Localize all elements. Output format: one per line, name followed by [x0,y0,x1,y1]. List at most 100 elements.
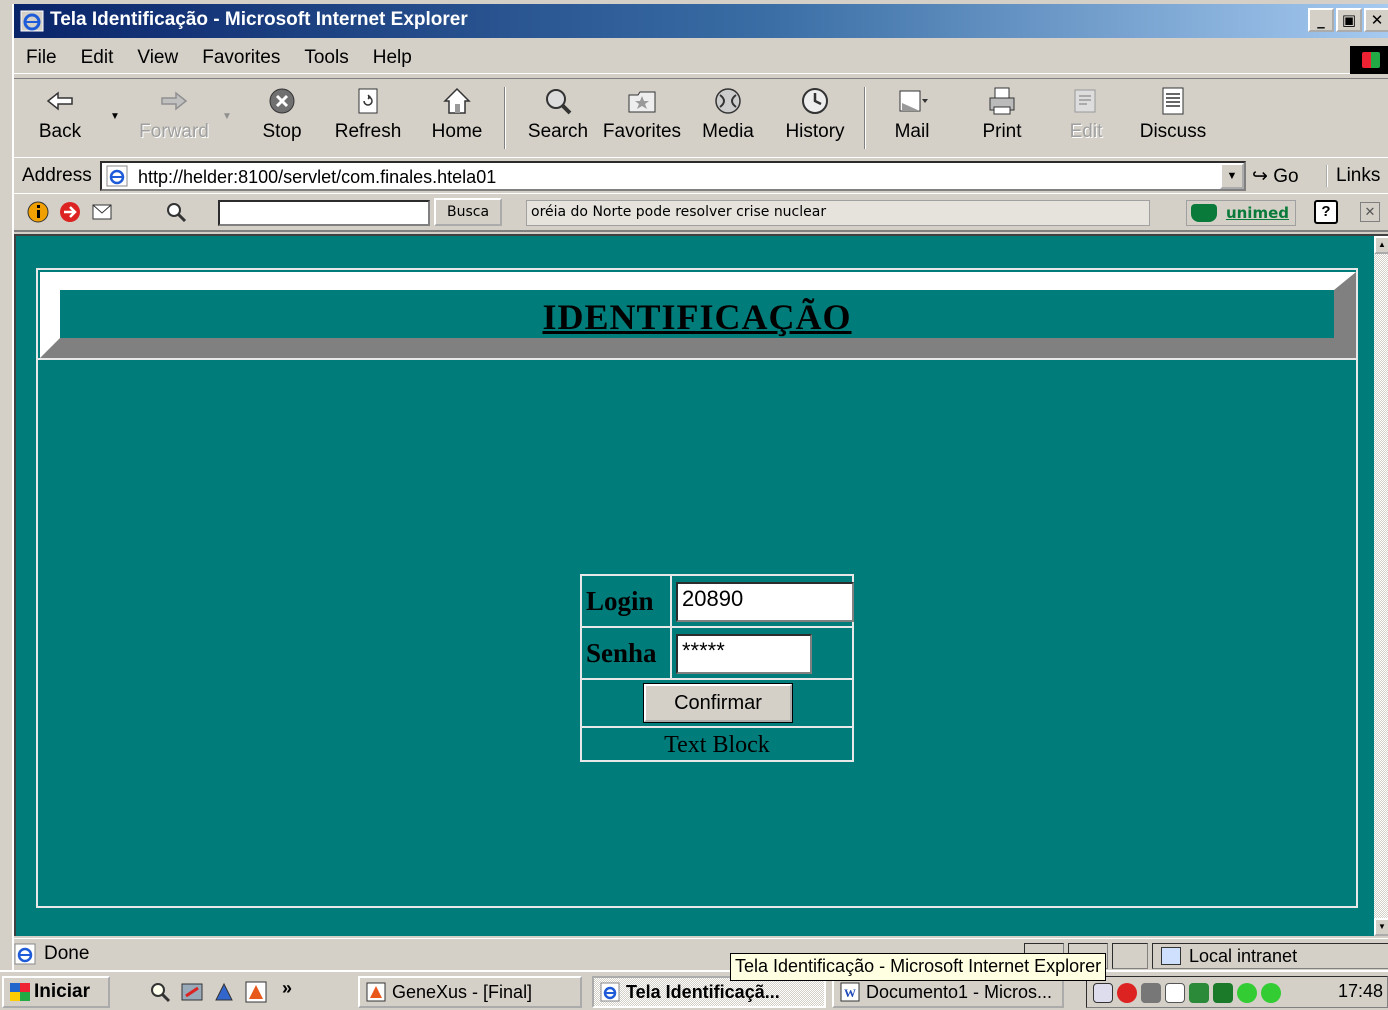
messenger-icon[interactable] [90,200,114,224]
discuss-button[interactable]: Discuss [1138,85,1208,155]
menu-help[interactable]: Help [361,47,424,69]
header-divider [38,358,1356,360]
status-tray-icon[interactable] [1237,983,1257,1003]
status2-tray-icon[interactable] [1261,983,1281,1003]
edit-page-icon [1074,89,1096,113]
page-title: IDENTIFICAÇÃO [542,297,852,337]
vertical-scrollbar[interactable]: ▲ ▼ [1374,234,1388,936]
back-button[interactable]: Back [32,85,88,155]
login-label: Login [582,576,672,626]
start-label: Iniciar [34,981,90,1002]
app-tray-icon[interactable] [1165,983,1185,1003]
refresh-icon [358,88,378,114]
password-input[interactable]: ***** [676,634,812,674]
windows-logo-icon [1350,46,1388,74]
scroll-down-icon[interactable]: ▼ [1374,918,1388,936]
header-banner: IDENTIFICAÇÃO [40,272,1356,358]
info-icon[interactable] [26,200,50,224]
mail-label: Mail [894,121,930,142]
maximize-button[interactable]: ▣ [1336,8,1362,32]
help-icon[interactable]: ? [1314,200,1338,224]
search-quicklaunch-icon[interactable] [148,980,172,1004]
system-tray: 17:48 [1086,976,1388,1008]
minimize-button[interactable]: _ [1308,8,1334,32]
media-button[interactable]: Media [698,85,758,155]
menu-file[interactable]: File [14,47,69,69]
news-ticker[interactable]: oréia do Norte pode resolver crise nucle… [526,200,1150,226]
status-cell [1112,943,1148,969]
refresh-button[interactable]: Refresh [330,85,406,155]
mail-button[interactable]: Mail [884,85,940,155]
menu-view[interactable]: View [125,47,190,69]
unimed-label: unimed [1225,204,1289,222]
monitor-tray-icon[interactable] [1213,983,1233,1003]
close-button[interactable]: ✕ [1364,8,1388,32]
password-row: Senha ***** [582,628,852,680]
back-label: Back [38,121,82,142]
go-button[interactable]: ↪ Go [1252,165,1299,188]
start-button[interactable]: Iniciar [2,976,110,1008]
zone-label: Local intranet [1189,946,1298,966]
app-quicklaunch-icon[interactable] [212,980,236,1004]
confirm-button[interactable]: Confirmar [643,683,793,723]
home-button[interactable]: Home [424,85,490,155]
refresh-label: Refresh [334,121,402,142]
login-input[interactable]: 20890 [676,582,854,622]
search-magnifier-icon[interactable] [164,200,188,224]
stop-button[interactable]: Stop [254,85,310,155]
unimed-link[interactable]: unimed [1186,200,1296,226]
history-button[interactable]: History [780,85,850,155]
menu-tools[interactable]: Tools [292,47,360,69]
ie-task-icon [600,982,620,1002]
edit-button[interactable]: Edit [1064,85,1108,155]
back-dropdown-icon[interactable]: ▼ [110,111,120,122]
menu-favorites[interactable]: Favorites [190,47,292,69]
mail-icon [899,90,928,112]
busca-button[interactable]: Busca [434,198,502,226]
status-text: Done [44,943,90,964]
search-button[interactable]: Search [520,85,596,155]
page-frame: IDENTIFICAÇÃO Login 20890 Senha ***** Co… [36,268,1358,908]
standard-toolbar: Back ▼ Forward ▼ Stop Refresh Home Searc… [14,78,1388,158]
address-url: http://helder:8100/servlet/com.finales.h… [138,167,497,187]
toolbar-close-icon[interactable]: ✕ [1360,202,1380,222]
red-arrow-icon[interactable] [58,200,82,224]
search-icon [546,89,572,115]
print-button[interactable]: Print [974,85,1030,155]
network-tray-icon[interactable] [1093,983,1113,1003]
favorites-button[interactable]: Favorites [600,85,684,155]
menu-edit[interactable]: Edit [69,47,126,69]
title-bar[interactable]: Tela Identificação - Microsoft Internet … [14,4,1388,38]
search-label: Search [527,121,589,142]
text-block: Text Block [664,732,770,758]
custom-toolbar: Busca oréia do Norte pode resolver crise… [14,194,1388,232]
menu-bar: File Edit View Favorites Tools Help [14,42,1388,74]
forward-button[interactable]: Forward [134,85,214,155]
discuss-label: Discuss [1139,121,1207,142]
login-row: Login 20890 [582,576,854,628]
forward-dropdown-icon[interactable]: ▼ [222,111,232,122]
forward-arrow-icon [161,91,188,111]
tools-quicklaunch-icon[interactable] [180,980,204,1004]
antivirus-tray-icon[interactable] [1189,983,1209,1003]
status-bar: Done Local intranet Tela Identificação -… [14,938,1388,981]
busca-input[interactable] [218,200,430,226]
favorites-label: Favorites [602,121,682,142]
page-done-icon [14,943,36,965]
toolbar-separator [864,87,866,149]
home-icon [443,87,471,114]
forward-label: Forward [139,121,209,142]
task-label: GeneXus - [Final] [392,981,533,1002]
history-icon [802,88,828,114]
blocked-tray-icon[interactable] [1117,983,1137,1003]
address-label: Address [22,165,92,186]
address-input[interactable]: http://helder:8100/servlet/com.finales.h… [100,161,1246,191]
links-button[interactable]: Links [1326,165,1380,187]
more-quicklaunch-button[interactable]: » [282,978,292,999]
volume-tray-icon[interactable] [1141,983,1161,1003]
scroll-up-icon[interactable]: ▲ [1374,236,1388,254]
address-dropdown-icon[interactable]: ▼ [1220,163,1244,189]
task-genexus[interactable]: GeneXus - [Final] [358,976,582,1008]
internet-explorer-icon [20,10,44,32]
genexus-quicklaunch-icon[interactable] [244,980,268,1004]
